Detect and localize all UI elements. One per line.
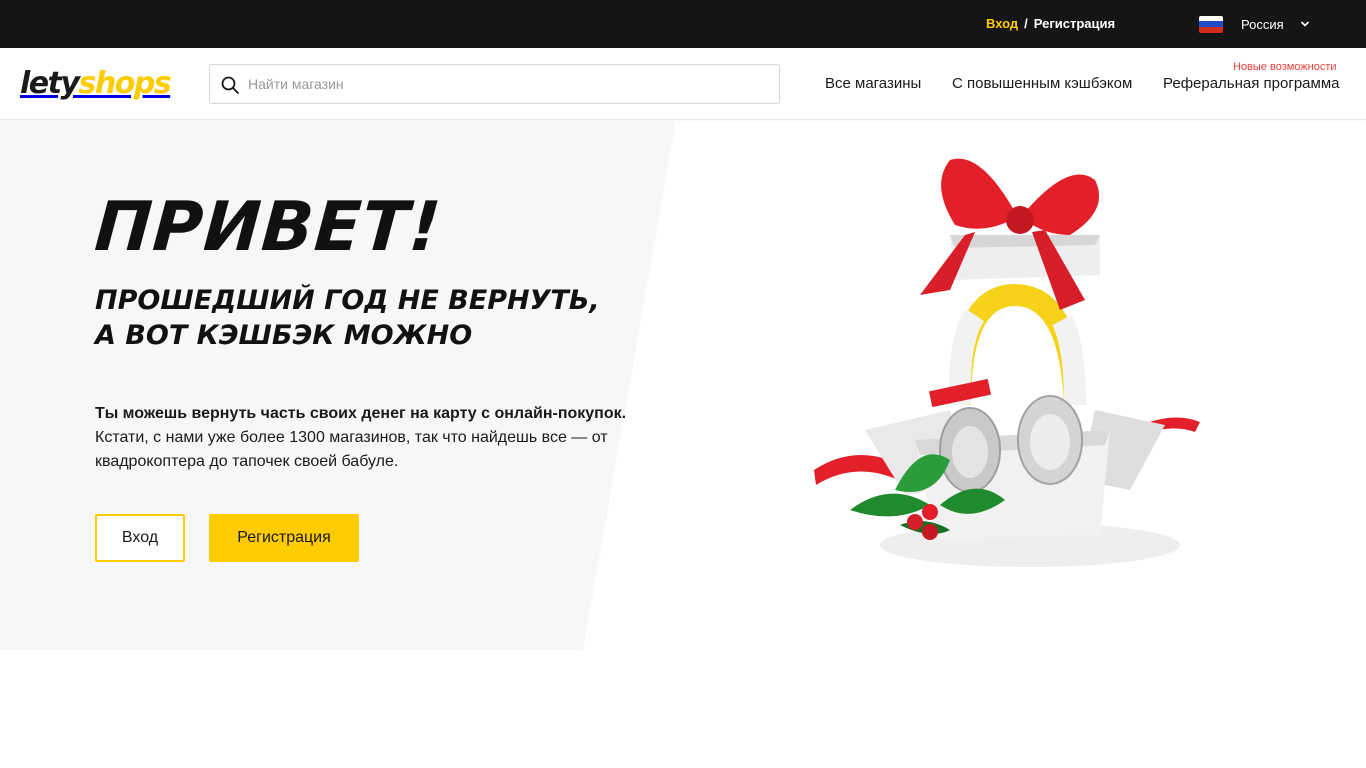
search-box [209,64,780,104]
hero-subtitle-line-1: ПРОШЕДШИЙ ГОД НЕ ВЕРНУТЬ, [95,285,600,316]
top-bar: Вход / Регистрация Россия [0,0,1366,48]
register-button[interactable]: Регистрация [209,514,359,562]
hero-subtitle: ПРОШЕДШИЙ ГОД НЕ ВЕРНУТЬ, А ВОТ КЭШБЭК М… [95,283,655,353]
logo-part-lety: lety [20,66,80,101]
top-register-link[interactable]: Регистрация [1034,16,1115,31]
search-icon [221,76,239,94]
nav-boosted-cashback[interactable]: С повышенным кэшбэком [952,75,1132,92]
top-login-link[interactable]: Вход [986,16,1018,31]
nav-all-shops[interactable]: Все магазины [825,75,921,92]
auth-links: Вход / Регистрация [986,16,1115,31]
auth-separator: / [1024,16,1028,31]
hero-description-bold: Ты можешь вернуть часть своих денег на к… [95,405,627,422]
main-header: letyshops Все магазины С повышенным кэшб… [0,48,1366,120]
chevron-down-icon [1300,21,1309,27]
hero-description: Ты можешь вернуть часть своих денег на к… [95,402,685,474]
letyshops-logo[interactable]: letyshops [20,66,172,102]
hero-title: ПРИВЕТ! [92,188,445,267]
gift-box-headphones-illustration [814,158,1200,567]
russia-flag-icon [1199,15,1223,33]
search-input[interactable] [248,65,768,103]
new-features-badge: Новые возможности [1233,61,1337,73]
hero-description-text: Кстати, с нами уже более 1300 магазинов,… [95,429,608,470]
login-button[interactable]: Вход [95,514,185,562]
country-selector[interactable]: Россия [1199,14,1310,34]
logo-part-shops: shops [78,66,172,101]
nav-referral-program[interactable]: Реферальная программа [1163,75,1339,92]
country-name: Россия [1241,16,1284,32]
hero-subtitle-line-2: А ВОТ КЭШБЭК МОЖНО [95,320,473,351]
